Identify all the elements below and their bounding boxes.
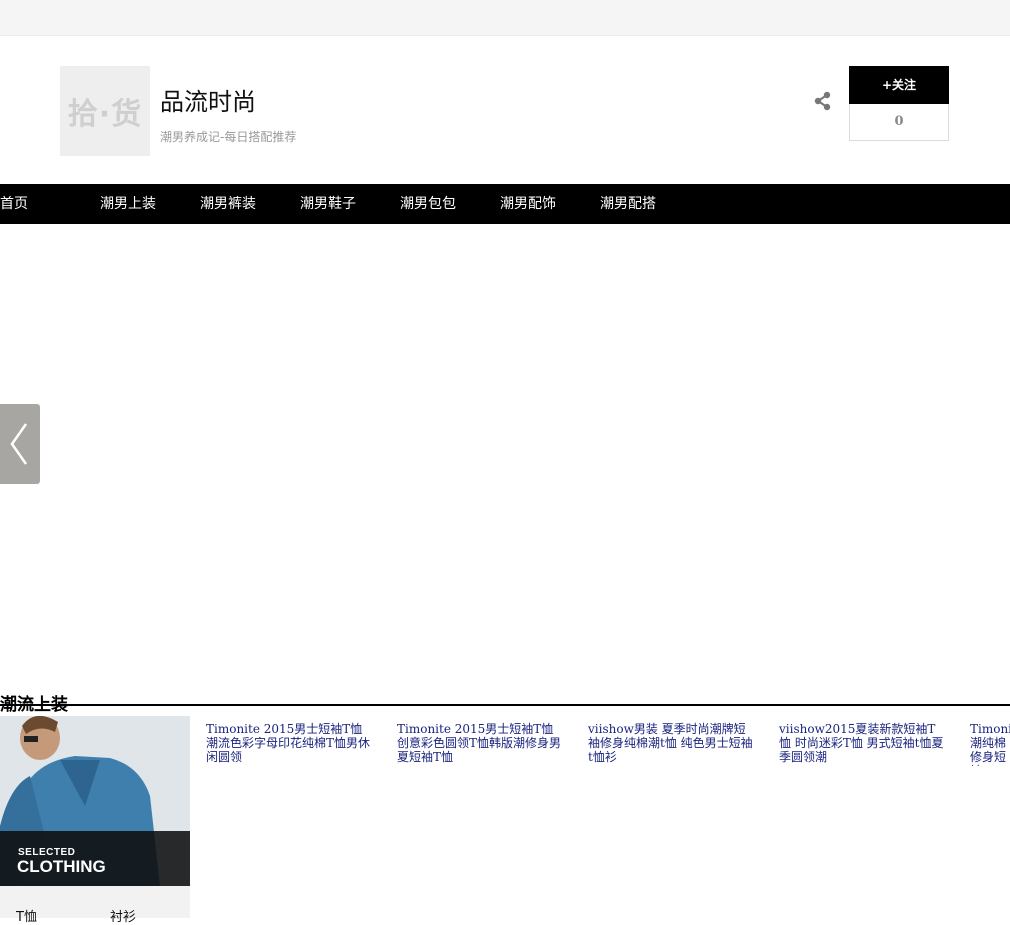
- banner-area: [0, 224, 1010, 694]
- nav-item-outfits[interactable]: 潮男配搭: [600, 184, 656, 224]
- shop-slogan: 潮男养成记-每日搭配推荐: [160, 130, 297, 144]
- share-icon[interactable]: [812, 90, 834, 112]
- subcategory-list: T恤 衬衫: [0, 886, 190, 925]
- main-nav: 首页 潮男上装 潮男裤装 潮男鞋子 潮男包包 潮男配饰 潮男配搭: [0, 184, 1010, 224]
- subcategory-tshirt[interactable]: T恤: [16, 906, 37, 925]
- top-bar: [0, 0, 1010, 36]
- follow-button[interactable]: +关注: [849, 66, 949, 104]
- shop-name: 品流时尚: [160, 88, 256, 116]
- chevron-left-icon: [0, 423, 40, 488]
- section-divider: [0, 704, 1010, 706]
- shop-header: 拾·货 品流时尚 潮男养成记-每日搭配推荐 +关注 0: [0, 36, 1010, 184]
- product-title[interactable]: Timonite 潮纯棉修身短袖: [970, 722, 1010, 766]
- banner-caption-big: CLOTHING: [17, 857, 106, 876]
- subcategory-shirt[interactable]: 衬衫: [110, 906, 136, 925]
- nav-item-home[interactable]: 首页: [0, 184, 28, 224]
- nav-item-bags[interactable]: 潮男包包: [400, 184, 456, 224]
- section-title: 潮流上装: [0, 695, 68, 715]
- product-title[interactable]: viishow2015夏装新款短袖T恤 时尚迷彩T恤 男式短袖t恤夏季圆领潮: [779, 722, 945, 764]
- shop-logo[interactable]: 拾·货: [60, 66, 150, 156]
- carousel-prev-button[interactable]: [0, 404, 40, 484]
- nav-item-pants[interactable]: 潮男裤装: [200, 184, 256, 224]
- nav-item-accessories[interactable]: 潮男配饰: [500, 184, 556, 224]
- product-title[interactable]: Timonite 2015男士短袖T恤创意彩色圆领T恤韩版潮修身男夏短袖T恤: [397, 722, 563, 764]
- product-title[interactable]: Timonite 2015男士短袖T恤 潮流色彩字母印花纯棉T恤男休闲圆领: [206, 722, 372, 764]
- nav-item-shoes[interactable]: 潮男鞋子: [300, 184, 356, 224]
- category-banner[interactable]: SELECTED CLOTHING: [0, 716, 190, 886]
- follow-box: +关注 0: [849, 66, 949, 141]
- product-title[interactable]: viishow男装 夏季时尚潮牌短袖修身纯棉潮t恤 纯色男士短袖t恤衫: [588, 722, 754, 764]
- follower-count: 0: [894, 114, 904, 129]
- nav-item-tops[interactable]: 潮男上装: [100, 184, 156, 224]
